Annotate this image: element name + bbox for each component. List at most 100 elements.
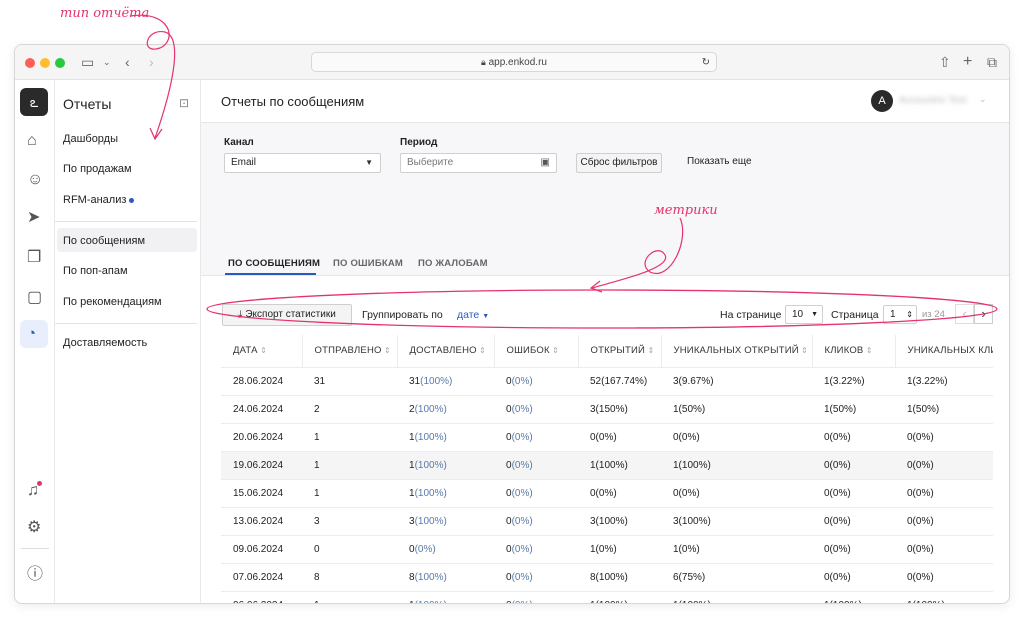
reports-active-tile[interactable]: ◔ (20, 320, 48, 348)
table-cell: 0(0%) (494, 478, 578, 507)
tab-messages[interactable]: ПО СООБЩЕНИЯМ (228, 258, 320, 269)
bag-icon[interactable]: ▢ (27, 290, 42, 306)
table-cell: 3(100%) (397, 506, 494, 535)
page-stepper[interactable]: 1 ⇕ (883, 305, 917, 324)
brand-logo[interactable]: ఽ (20, 88, 48, 116)
period-placeholder: Выберите (407, 157, 454, 168)
sidebar-item-messages[interactable]: По сообщениям (63, 235, 145, 247)
column-header[interactable]: ОТПРАВЛЕНО ⇕ (302, 335, 398, 367)
cell-value: 1(0%) (673, 543, 700, 555)
close-window-button[interactable] (25, 58, 35, 68)
sidebar-item-recommendations[interactable]: По рекомендациям (63, 296, 162, 308)
reload-icon[interactable]: ↻ (702, 53, 710, 72)
filters-panel: Канал Email ▼ Период Выберите ▣ Сброс филь… (201, 123, 1009, 276)
avatar[interactable]: A (871, 90, 893, 112)
cell-value: 1 (314, 487, 320, 499)
table-cell: 1(50%) (661, 394, 812, 423)
channel-select[interactable]: Email ▼ (224, 153, 381, 173)
sort-icon[interactable]: ⇕ (382, 346, 391, 355)
table-cell: 0(0%) (812, 562, 895, 591)
lock-icon[interactable]: ⊡ (179, 96, 189, 110)
show-more-button[interactable]: Показать еще (687, 156, 752, 167)
new-indicator-dot (129, 197, 135, 203)
column-header[interactable]: ОТКРЫТИЙ ⇕ (578, 335, 662, 367)
sort-icon[interactable]: ⇕ (477, 346, 486, 355)
sidebar-item-popups[interactable]: По поп-апам (63, 265, 128, 277)
channel-label: Канал (224, 137, 254, 148)
cell-value: 1(100%) (590, 459, 628, 471)
group-by-select[interactable]: дате ▼ (457, 309, 489, 321)
sort-icon[interactable]: ⇕ (645, 346, 654, 355)
tab-complaints[interactable]: ПО ЖАЛОБАМ (418, 258, 488, 269)
new-tab-icon[interactable]: + (963, 54, 972, 70)
sidebar-item-sales[interactable]: По продажам (63, 163, 132, 175)
per-page-select[interactable]: 10 ▼ (785, 305, 823, 324)
tab-errors[interactable]: ПО ОШИБКАМ (333, 258, 403, 269)
table-cell: 1(100%) (397, 590, 494, 603)
user-icon[interactable]: ☺ (27, 172, 43, 188)
channel-value: Email (231, 157, 257, 168)
table-cell: 3 (302, 506, 397, 535)
column-header[interactable]: ДОСТАВЛЕНО ⇕ (397, 335, 495, 367)
table-cell: 1(100%) (661, 450, 812, 479)
share-icon[interactable]: ⇧ (939, 54, 951, 70)
cell-value: 31 (314, 375, 326, 387)
table-cell: 8(100%) (578, 562, 661, 591)
period-input[interactable]: Выберите ▣ (400, 153, 557, 173)
help-icon[interactable]: ⓘ (27, 567, 43, 583)
cell-value: 0(0%) (590, 431, 617, 443)
table-cell: 0(0%) (494, 366, 578, 395)
prev-page-button[interactable]: ‹ (955, 304, 974, 324)
table-cell: 0(0%) (812, 422, 895, 451)
rail-divider (21, 548, 49, 549)
table-cell: 0(0%) (895, 534, 993, 563)
export-button[interactable]: ⤓ Экспорт статистики (222, 304, 352, 326)
sidebar-item-dashboards[interactable]: Дашборды (63, 133, 118, 145)
gear-icon[interactable]: ⚙ (27, 520, 41, 536)
send-icon[interactable]: ➤ (27, 210, 40, 226)
sort-icon[interactable]: ⇕ (258, 346, 267, 355)
main-content: Отчеты по сообщениям A Accountrix Test ⌄… (201, 80, 1009, 603)
cell-value: 1(50%) (824, 403, 857, 415)
back-icon[interactable]: ‹ (125, 54, 130, 70)
lock-icon: 🔒︎ (481, 57, 486, 67)
sidebar-item-deliverability[interactable]: Доставляемость (63, 337, 147, 349)
reset-filters-button[interactable]: Сброс фильтров (576, 153, 662, 173)
column-header[interactable]: ДАТА ⇕ (221, 335, 303, 367)
table-row: 28.06.2024 31 31(100%) 0(0%) 52(167.74%) 3(9.… (221, 366, 993, 395)
sort-icon[interactable]: ⇕ (550, 346, 559, 355)
column-header[interactable]: КЛИКОВ ⇕ (812, 335, 896, 367)
table-cell: 0(0%) (494, 534, 578, 563)
table-cell: 0(0%) (812, 450, 895, 479)
sidebar-toggle-icon[interactable]: ▭ (81, 54, 94, 70)
cell-value: 0(0%) (907, 431, 934, 443)
cell-value: 3(100%) (590, 515, 628, 527)
cell-value: 1(3.22%) (907, 375, 948, 387)
table-row: 07.06.2024 8 8(100%) 0(0%) 8(100%) 6(75%) 0(0%… (221, 562, 993, 591)
column-header[interactable]: ОШИБОК ⇕ (494, 335, 579, 367)
table-cell: 1(3.22%) (812, 366, 895, 395)
chevron-down-icon[interactable]: ⌄ (979, 94, 987, 105)
next-page-button[interactable]: › (974, 304, 993, 324)
table-cell: 1(100%) (397, 478, 494, 507)
home-icon[interactable]: ⌂ (27, 133, 37, 149)
copy-icon[interactable]: ❐ (27, 250, 41, 266)
tabs-overview-icon[interactable]: ⧉ (987, 54, 997, 70)
account-name[interactable]: Accountrix Test (899, 95, 967, 106)
table-header-row: ДАТА ⇕ ОТПРАВЛЕНО ⇕ ДОСТАВЛЕНО ⇕ ОШИБОК ⇕ ОТ… (221, 335, 993, 367)
cell-value: 0(0%) (907, 515, 934, 527)
cell-value: 13.06.2024 (233, 515, 284, 527)
sort-icon[interactable]: ⇕ (799, 346, 808, 355)
maximize-window-button[interactable] (55, 58, 65, 68)
percent-value: (0%) (511, 487, 533, 499)
address-bar[interactable]: 🔒︎ app.enkod.ru ↻ (311, 52, 717, 72)
column-header[interactable]: УНИКАЛЬНЫХ КЛИ (895, 335, 993, 367)
column-header[interactable]: УНИКАЛЬНЫХ ОТКРЫТИЙ ⇕ (661, 335, 813, 367)
percent-value: (100%) (414, 459, 447, 471)
sidebar-item-rfm[interactable]: RFM-анализ (63, 194, 135, 206)
chevron-down-icon[interactable]: ⌄ (103, 54, 111, 70)
sort-icon[interactable]: ⇕ (863, 346, 873, 355)
pie-chart-icon: ◔ (27, 325, 37, 342)
minimize-window-button[interactable] (40, 58, 50, 68)
forward-icon[interactable]: › (149, 54, 154, 70)
